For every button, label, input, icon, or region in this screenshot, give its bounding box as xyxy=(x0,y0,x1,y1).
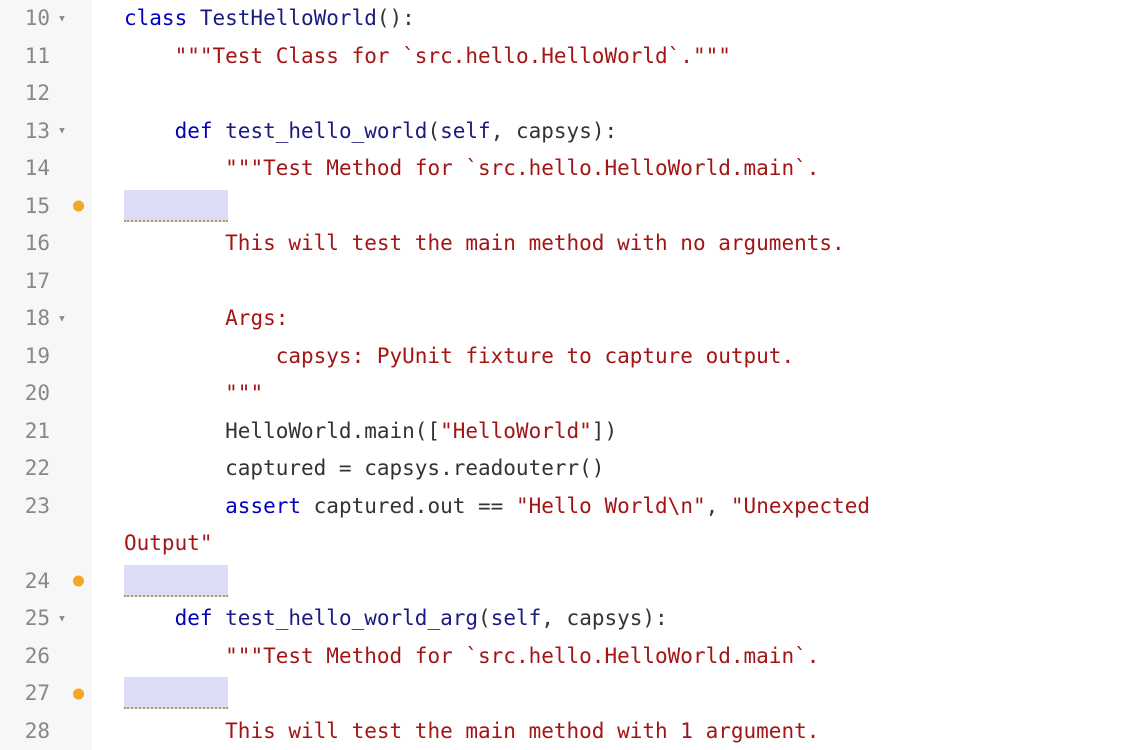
line-number[interactable]: 26 xyxy=(0,638,92,676)
code-token: , capsys): xyxy=(491,119,617,143)
code-line[interactable]: This will test the main method with no a… xyxy=(124,225,1128,263)
code-line[interactable]: """ xyxy=(124,375,1128,413)
code-token: "Unexpected xyxy=(731,494,883,518)
code-area[interactable]: class TestHelloWorld(): """Test Class fo… xyxy=(92,0,1128,750)
line-number[interactable]: 28 xyxy=(0,713,92,750)
line-number[interactable]: 16 xyxy=(0,225,92,263)
line-number[interactable]: 11 xyxy=(0,38,92,76)
line-number[interactable]: 17 xyxy=(0,263,92,301)
lint-warning-icon[interactable] xyxy=(73,688,84,699)
code-token: "Hello World\n" xyxy=(516,494,706,518)
code-line[interactable]: assert captured.out == "Hello World\n", … xyxy=(124,488,1128,526)
code-line[interactable]: HelloWorld.main(["HelloWorld"]) xyxy=(124,413,1128,451)
line-number[interactable]: 21 xyxy=(0,413,92,451)
fold-toggle-icon[interactable]: ▾ xyxy=(56,300,68,338)
line-number[interactable]: 14 xyxy=(0,150,92,188)
trailing-whitespace-highlight xyxy=(124,677,228,709)
code-token: "HelloWorld" xyxy=(440,419,592,443)
code-token: TestHelloWorld xyxy=(200,6,377,30)
code-line[interactable] xyxy=(124,675,1128,713)
fold-toggle-icon[interactable]: ▾ xyxy=(56,113,68,151)
code-line-wrap[interactable]: Output" xyxy=(124,525,1128,563)
line-number[interactable]: 23 xyxy=(0,488,92,526)
code-token: """ xyxy=(225,381,263,405)
code-line[interactable]: Args: xyxy=(124,300,1128,338)
code-token xyxy=(124,44,175,68)
code-token xyxy=(124,644,225,668)
code-token: captured.out == xyxy=(301,494,516,518)
code-token xyxy=(124,306,225,330)
code-token: test_hello_world xyxy=(225,119,427,143)
code-token: This will test the main method with no a… xyxy=(225,231,845,255)
code-line[interactable]: """Test Method for `src.hello.HelloWorld… xyxy=(124,150,1128,188)
code-line[interactable]: """Test Class for `src.hello.HelloWorld`… xyxy=(124,38,1128,76)
code-line[interactable] xyxy=(124,75,1128,113)
code-token: self xyxy=(440,119,491,143)
code-editor[interactable]: 10▾111213▾1415161718▾1920212223 2425▾2627… xyxy=(0,0,1128,750)
code-line[interactable] xyxy=(124,563,1128,601)
line-number[interactable]: 20 xyxy=(0,375,92,413)
code-token: assert xyxy=(225,494,301,518)
code-token xyxy=(124,231,225,255)
code-token: self xyxy=(491,606,542,630)
code-token: captured = capsys.readouterr() xyxy=(124,456,604,480)
gutter: 10▾111213▾1415161718▾1920212223 2425▾2627… xyxy=(0,0,92,750)
code-token xyxy=(124,156,225,180)
code-line[interactable]: def test_hello_world_arg(self, capsys): xyxy=(124,600,1128,638)
code-token: """Test Method for `src.hello.HelloWorld… xyxy=(225,644,819,668)
trailing-whitespace-highlight xyxy=(124,565,228,597)
code-token xyxy=(124,381,225,405)
code-token: , xyxy=(706,494,731,518)
code-token: (): xyxy=(377,6,415,30)
fold-toggle-icon[interactable]: ▾ xyxy=(56,600,68,638)
code-line[interactable]: This will test the main method with 1 ar… xyxy=(124,713,1128,750)
fold-toggle-icon[interactable]: ▾ xyxy=(56,0,68,38)
line-number[interactable]: 15 xyxy=(0,188,92,226)
code-token: ]) xyxy=(592,419,617,443)
code-token: """Test Method for `src.hello.HelloWorld… xyxy=(225,156,819,180)
code-token: capsys: PyUnit fixture to capture output… xyxy=(276,344,794,368)
lint-warning-icon[interactable] xyxy=(73,201,84,212)
code-token: HelloWorld.main([ xyxy=(124,419,440,443)
code-token: Args: xyxy=(225,306,288,330)
code-line[interactable]: capsys: PyUnit fixture to capture output… xyxy=(124,338,1128,376)
line-number-continuation xyxy=(0,525,92,563)
line-number[interactable]: 18▾ xyxy=(0,300,92,338)
code-token: class xyxy=(124,6,200,30)
code-token xyxy=(124,606,175,630)
code-token: , capsys): xyxy=(541,606,667,630)
line-number[interactable]: 12 xyxy=(0,75,92,113)
code-token: def xyxy=(175,119,226,143)
line-number[interactable]: 25▾ xyxy=(0,600,92,638)
lint-warning-icon[interactable] xyxy=(73,576,84,587)
code-line[interactable] xyxy=(124,188,1128,226)
trailing-whitespace-highlight xyxy=(124,190,228,222)
code-token xyxy=(124,494,225,518)
code-line[interactable]: class TestHelloWorld(): xyxy=(124,0,1128,38)
code-token: def xyxy=(175,606,226,630)
code-token: ( xyxy=(478,606,491,630)
line-number[interactable]: 10▾ xyxy=(0,0,92,38)
code-token: test_hello_world_arg xyxy=(225,606,478,630)
code-token: """Test Class for `src.hello.HelloWorld`… xyxy=(175,44,731,68)
line-number[interactable]: 13▾ xyxy=(0,113,92,151)
line-number[interactable]: 27 xyxy=(0,675,92,713)
code-token xyxy=(124,119,175,143)
code-token: This will test the main method with 1 ar… xyxy=(225,719,819,743)
code-token: Output" xyxy=(124,531,213,555)
line-number[interactable]: 22 xyxy=(0,450,92,488)
code-token xyxy=(124,344,276,368)
code-line[interactable]: """Test Method for `src.hello.HelloWorld… xyxy=(124,638,1128,676)
code-line[interactable] xyxy=(124,263,1128,301)
code-token xyxy=(124,719,225,743)
code-token: ( xyxy=(427,119,440,143)
code-line[interactable]: captured = capsys.readouterr() xyxy=(124,450,1128,488)
code-line[interactable]: def test_hello_world(self, capsys): xyxy=(124,113,1128,151)
line-number[interactable]: 19 xyxy=(0,338,92,376)
line-number[interactable]: 24 xyxy=(0,563,92,601)
